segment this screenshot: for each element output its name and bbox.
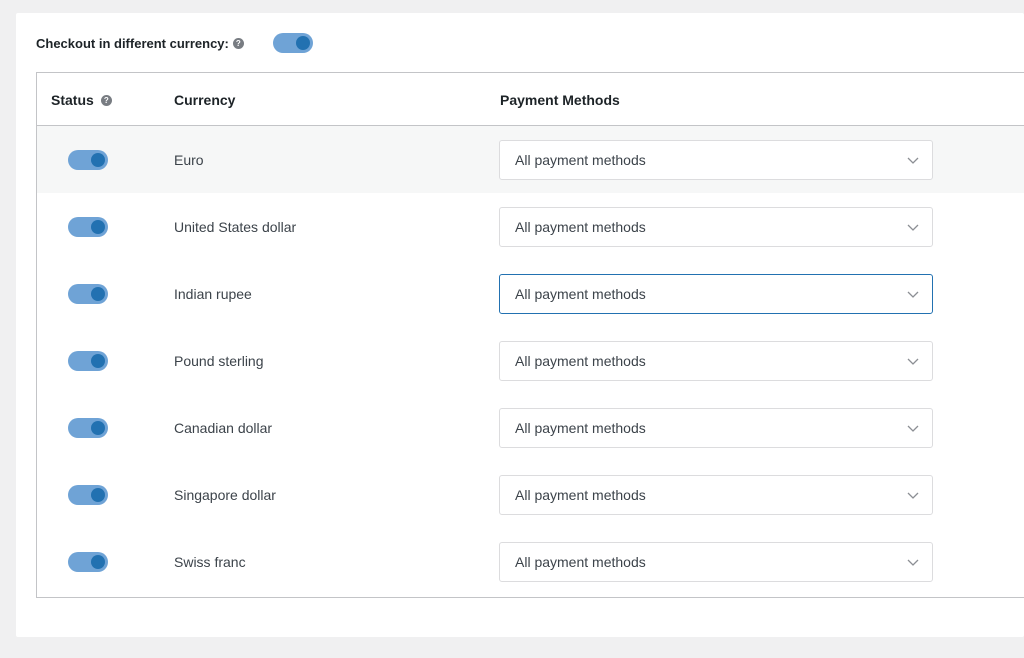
table-header: Status ? Currency Payment Methods bbox=[37, 73, 1024, 126]
currency-name: Euro bbox=[174, 152, 204, 168]
chevron-down-icon bbox=[907, 291, 919, 298]
toggle-knob bbox=[91, 287, 105, 301]
status-toggle[interactable] bbox=[68, 284, 108, 304]
toggle-knob bbox=[91, 555, 105, 569]
question-icon[interactable]: ? bbox=[232, 37, 244, 49]
table-row: Pound sterling All payment methods bbox=[37, 327, 1024, 394]
column-header-status: Status ? bbox=[51, 92, 112, 108]
status-toggle[interactable] bbox=[68, 217, 108, 237]
currency-name: Canadian dollar bbox=[174, 420, 273, 436]
table-row: United States dollar All payment methods bbox=[37, 193, 1024, 260]
settings-panel: Checkout in different currency: ? Status… bbox=[16, 13, 1024, 637]
toggle-knob bbox=[91, 153, 105, 167]
status-toggle[interactable] bbox=[68, 485, 108, 505]
payment-methods-select[interactable]: All payment methods bbox=[499, 408, 933, 448]
payment-methods-select[interactable]: All payment methods bbox=[499, 140, 933, 180]
chevron-down-icon bbox=[907, 224, 919, 231]
chevron-down-icon bbox=[907, 425, 919, 432]
column-header-payment-methods: Payment Methods bbox=[500, 92, 620, 108]
table-row: Swiss franc All payment methods bbox=[37, 528, 1024, 595]
currency-name: Swiss franc bbox=[174, 554, 246, 570]
payment-methods-select[interactable]: All payment methods bbox=[499, 475, 933, 515]
currency-name: Indian rupee bbox=[174, 286, 252, 302]
toggle-knob bbox=[91, 220, 105, 234]
table-row: Singapore dollar All payment methods bbox=[37, 461, 1024, 528]
chevron-down-icon bbox=[907, 358, 919, 365]
table-row: Indian rupee All payment methods bbox=[37, 260, 1024, 327]
payment-methods-value: All payment methods bbox=[515, 286, 646, 302]
currency-table: Status ? Currency Payment Methods Euro A… bbox=[36, 72, 1024, 598]
payment-methods-value: All payment methods bbox=[515, 219, 646, 235]
checkout-currency-label: Checkout in different currency: bbox=[36, 35, 229, 51]
toggle-knob bbox=[91, 354, 105, 368]
chevron-down-icon bbox=[907, 157, 919, 164]
table-row: Canadian dollar All payment methods bbox=[37, 394, 1024, 461]
currency-name: Pound sterling bbox=[174, 353, 264, 369]
payment-methods-value: All payment methods bbox=[515, 487, 646, 503]
currency-name: Singapore dollar bbox=[174, 487, 276, 503]
payment-methods-select[interactable]: All payment methods bbox=[499, 274, 933, 314]
payment-methods-value: All payment methods bbox=[515, 420, 646, 436]
column-header-status-label: Status bbox=[51, 92, 94, 108]
table-row: Euro All payment methods bbox=[37, 126, 1024, 193]
payment-methods-select[interactable]: All payment methods bbox=[499, 341, 933, 381]
currency-name: United States dollar bbox=[174, 219, 297, 235]
payment-methods-select[interactable]: All payment methods bbox=[499, 207, 933, 247]
payment-methods-value: All payment methods bbox=[515, 554, 646, 570]
status-toggle[interactable] bbox=[68, 552, 108, 572]
status-toggle[interactable] bbox=[68, 351, 108, 371]
toggle-knob bbox=[91, 488, 105, 502]
status-toggle[interactable] bbox=[68, 418, 108, 438]
payment-methods-select[interactable]: All payment methods bbox=[499, 542, 933, 582]
chevron-down-icon bbox=[907, 492, 919, 499]
question-icon[interactable]: ? bbox=[100, 94, 112, 106]
toggle-knob bbox=[295, 36, 310, 50]
payment-methods-value: All payment methods bbox=[515, 353, 646, 369]
payment-methods-value: All payment methods bbox=[515, 152, 646, 168]
toggle-knob bbox=[91, 421, 105, 435]
column-header-currency: Currency bbox=[174, 92, 236, 108]
checkout-currency-setting: Checkout in different currency: ? bbox=[36, 32, 313, 54]
checkout-currency-toggle[interactable] bbox=[272, 33, 313, 53]
chevron-down-icon bbox=[907, 559, 919, 566]
status-toggle[interactable] bbox=[68, 150, 108, 170]
